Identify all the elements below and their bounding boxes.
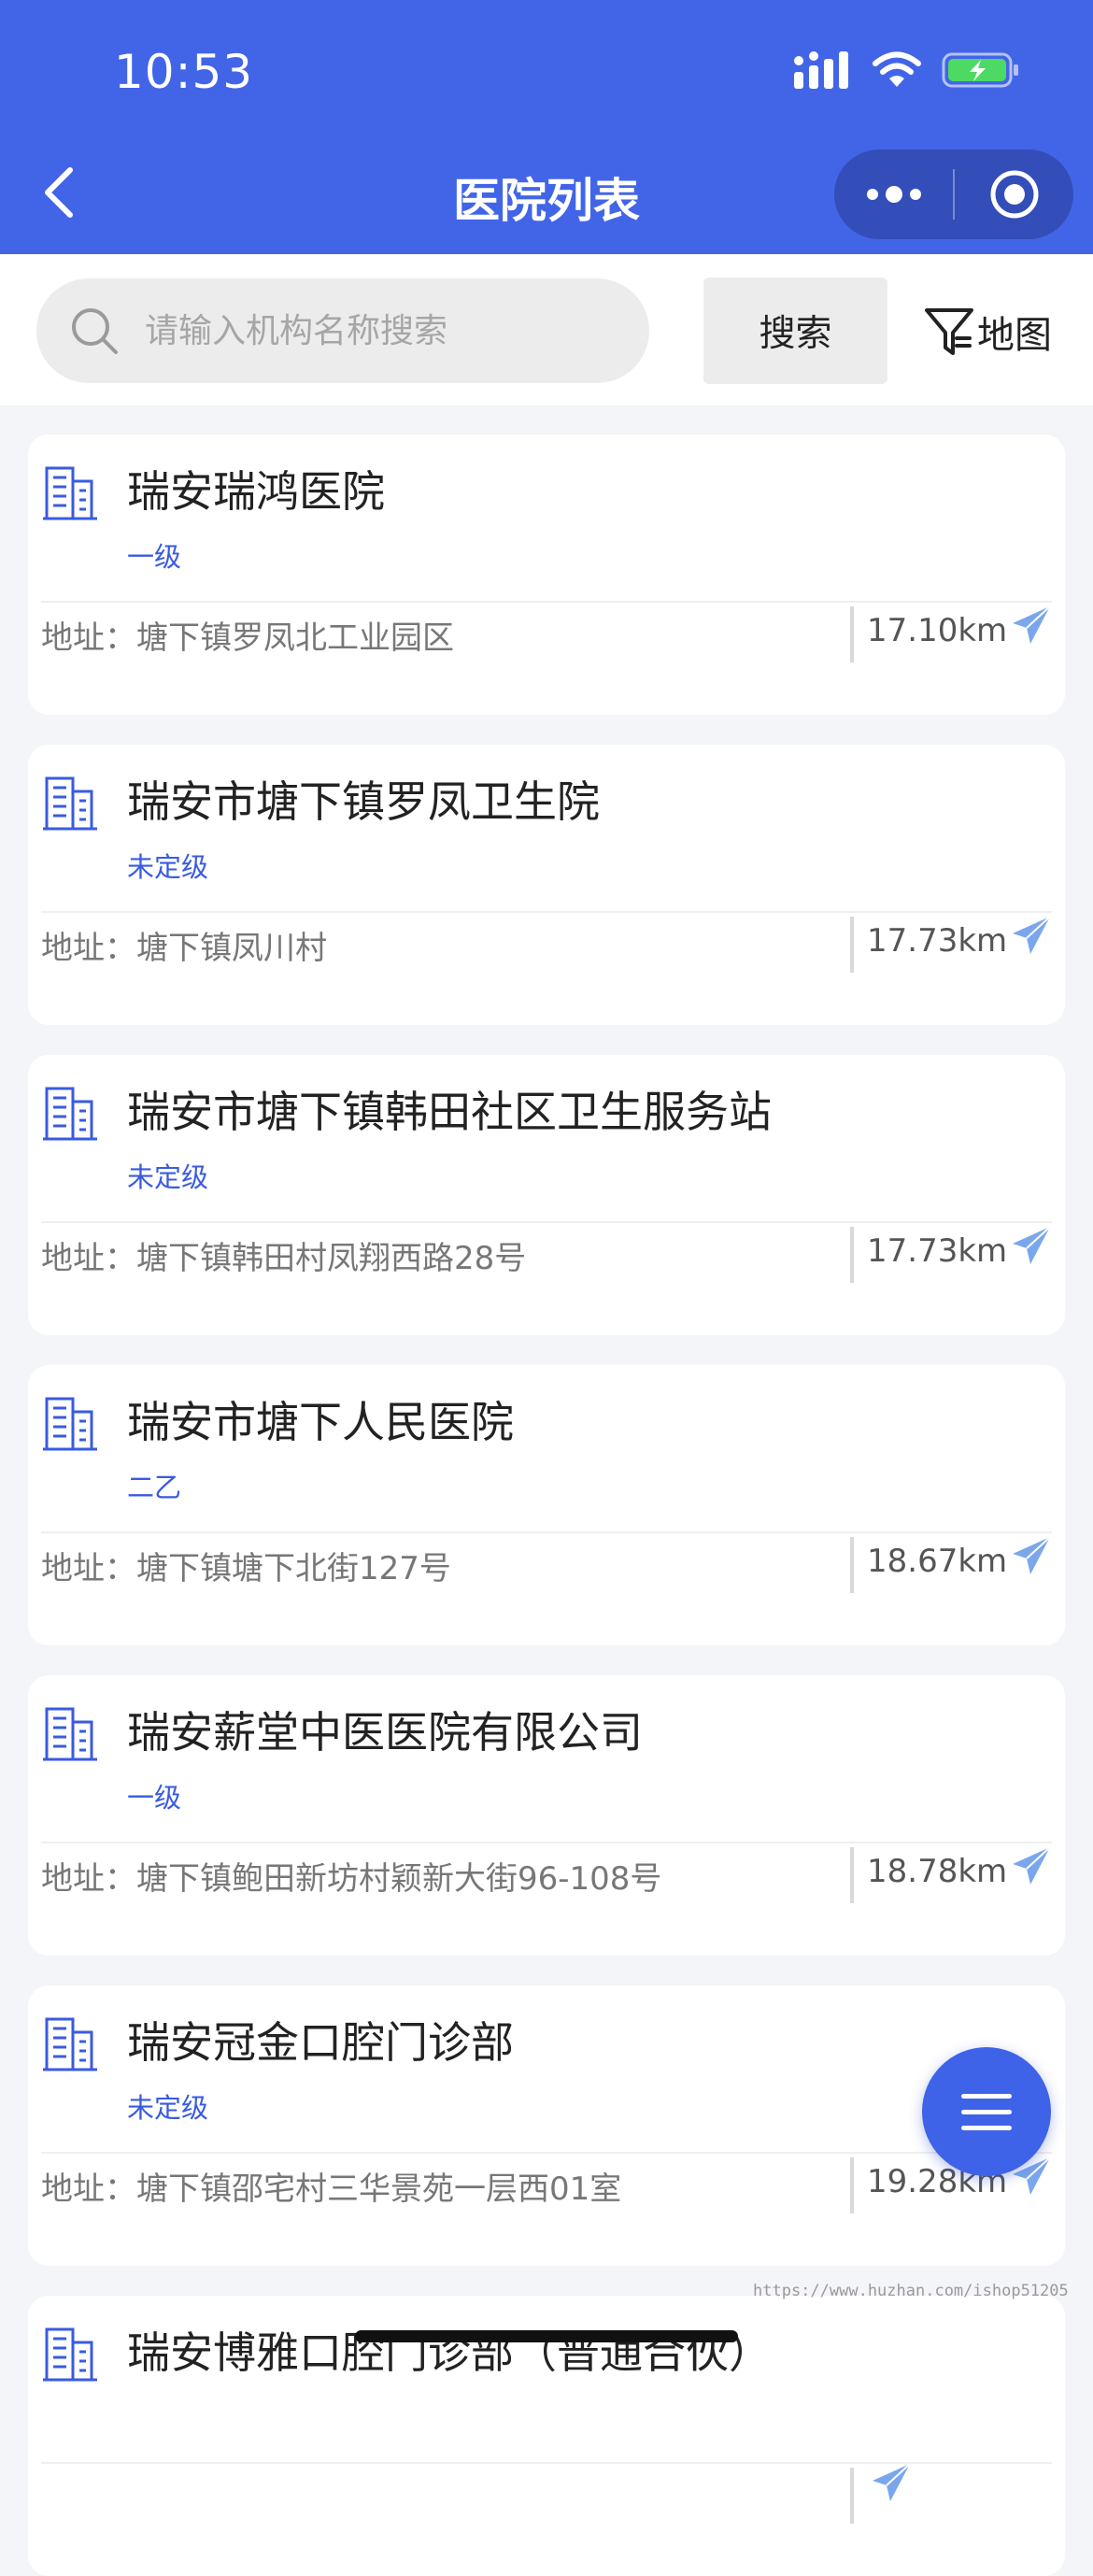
hospital-level: 未定级 [127,2092,209,2124]
hospital-card[interactable]: 瑞安瑞鸿医院 一级 地址：塘下镇罗凤北工业园区 17.10km [28,434,1065,715]
hospital-name: 瑞安瑞鸿医院 [127,466,385,517]
hospital-card[interactable]: 瑞安市塘下人民医院 二乙 地址：塘下镇塘下北街127号 18.67km [28,1365,1065,1645]
hospital-name: 瑞安市塘下人民医院 [127,1397,514,1447]
building-icon [43,466,97,520]
hospital-address: 地址：塘下镇塘下北街127号 [41,1550,451,1587]
search-bar: 搜索 地图 [0,254,1093,406]
send-icon [1013,1846,1051,1885]
hospital-name: 瑞安薪堂中医医院有限公司 [127,1707,643,1758]
search-input[interactable] [143,310,632,351]
menu-fab[interactable] [922,2047,1051,2176]
wifi-icon [873,51,921,87]
signal-icon [794,51,848,89]
send-icon [1013,605,1051,644]
navigate-button[interactable]: 17.73km [867,1226,1052,1270]
filter-icon [925,308,973,355]
target-icon [990,170,1038,219]
distance-divider [850,917,854,973]
card-divider [41,601,1052,603]
hospital-distance: 18.78km [867,1853,1008,1890]
app-header: 10:53 医院列表 [0,0,1093,254]
distance-divider [850,606,854,662]
search-icon [68,303,124,359]
building-icon [43,2327,97,2382]
card-divider [41,911,1052,913]
distance-divider [850,1847,854,1903]
send-icon [1013,1226,1051,1264]
hospital-distance: 17.10km [867,612,1008,649]
card-divider [41,1842,1052,1843]
search-button[interactable]: 搜索 [703,278,887,384]
hospital-distance: 18.67km [867,1543,1008,1580]
card-divider [41,1531,1052,1533]
menu-icon-line [961,2125,1012,2130]
close-program-button[interactable] [955,149,1073,239]
hospital-level: 未定级 [127,851,209,883]
send-icon [873,2463,911,2501]
distance-divider [850,2157,854,2213]
hospital-card[interactable]: 瑞安冠金口腔门诊部 未定级 地址：塘下镇邵宅村三华景苑一层西01室 19.28k… [28,1985,1065,2266]
navigate-button[interactable]: 18.67km [867,1536,1052,1580]
hospital-level: 未定级 [127,1161,209,1193]
distance-divider [850,1227,854,1283]
more-icon [866,186,921,203]
map-label: 地图 [977,314,1052,357]
navigate-button[interactable]: 18.78km [867,1846,1052,1890]
navigate-button[interactable]: 17.10km [867,605,1052,649]
hospital-name: 瑞安博雅口腔门诊部（普通合伙） [127,2327,772,2378]
building-icon [43,1087,97,1141]
building-icon [43,1707,97,1761]
hospital-distance: 17.73km [867,922,1008,960]
status-time: 10:53 [114,45,254,99]
hospital-address: 地址：塘下镇凤川村 [41,930,327,967]
send-icon [1013,916,1051,954]
battery-icon [942,52,1018,88]
hospital-card[interactable]: 瑞安市塘下镇罗凤卫生院 未定级 地址：塘下镇凤川村 17.73km [28,745,1065,1025]
card-divider [41,1221,1052,1223]
home-indicator [355,2330,738,2342]
navigate-button[interactable]: 17.73km [867,916,1052,960]
hospital-address: 地址：塘下镇罗凤北工业园区 [41,619,454,657]
send-icon [1013,1536,1051,1574]
more-button[interactable] [834,149,953,239]
building-icon [43,776,97,831]
hospital-address: 地址：塘下镇鲍田新坊村颖新大街96-108号 [41,1860,662,1898]
hospital-card[interactable]: 瑞安薪堂中医医院有限公司 一级 地址：塘下镇鲍田新坊村颖新大街96-108号 1… [28,1675,1065,1956]
menu-icon-line [961,2109,1012,2114]
navigate-button[interactable] [867,2463,912,2503]
status-icons [794,51,1020,89]
hospital-distance: 17.73km [867,1232,1008,1270]
hospital-name: 瑞安冠金口腔门诊部 [127,2017,514,2068]
menu-icon-line [961,2093,1012,2099]
building-icon [43,2017,97,2071]
distance-divider [850,2468,854,2524]
hospital-name: 瑞安市塘下镇韩田社区卫生服务站 [127,1087,772,1137]
building-icon [43,1397,97,1451]
watermark: https://www.huzhan.com/ishop51205 [753,2282,1069,2300]
hospital-address: 地址：塘下镇韩田村凤翔西路28号 [41,1240,527,1277]
mini-program-capsule [834,149,1073,239]
hospital-level: 二乙 [127,1472,182,1503]
hospital-name: 瑞安市塘下镇罗凤卫生院 [127,776,600,827]
hospital-level: 一级 [127,1782,182,1814]
hospital-address: 地址：塘下镇邵宅村三华景苑一层西01室 [41,2170,622,2208]
search-box[interactable] [36,278,649,383]
card-divider [41,2152,1052,2154]
distance-divider [850,1537,854,1593]
hospital-card[interactable]: 瑞安市塘下镇韩田社区卫生服务站 未定级 地址：塘下镇韩田村凤翔西路28号 17.… [28,1055,1065,1335]
map-filter-button[interactable]: 地图 [923,299,1052,364]
hospital-level: 一级 [127,541,182,573]
